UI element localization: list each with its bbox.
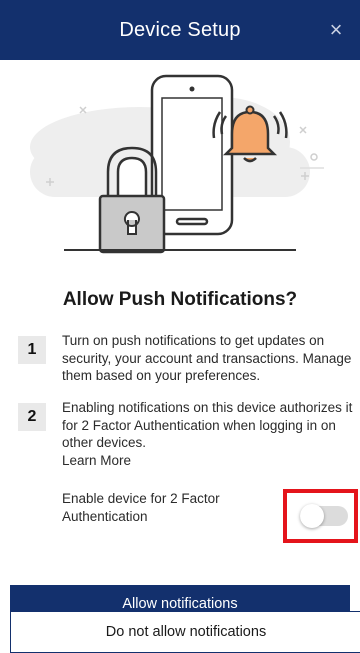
main-title: Allow Push Notifications? [62,289,298,310]
step-text: Turn on push notifications to get update… [62,333,352,383]
learn-more-link[interactable]: Learn More [62,452,360,470]
padlock-icon [98,146,166,254]
header-bar: Device Setup × [0,0,360,60]
toggle-knob [300,504,324,528]
step-text: Enabling notifications on this device au… [62,400,353,450]
step-text-container: Enabling notifications on this device au… [62,399,360,469]
close-icon[interactable]: × [324,18,348,42]
deny-notifications-button[interactable]: Do not allow notifications [10,611,360,653]
page-title: Device Setup [119,19,241,41]
two-factor-toggle[interactable] [300,504,348,528]
toggle-label: Enable device for 2 Factor Authenticatio… [62,491,220,524]
step-number-badge: 1 [18,336,46,364]
step-number-badge: 2 [18,403,46,431]
device-illustration [30,74,324,254]
